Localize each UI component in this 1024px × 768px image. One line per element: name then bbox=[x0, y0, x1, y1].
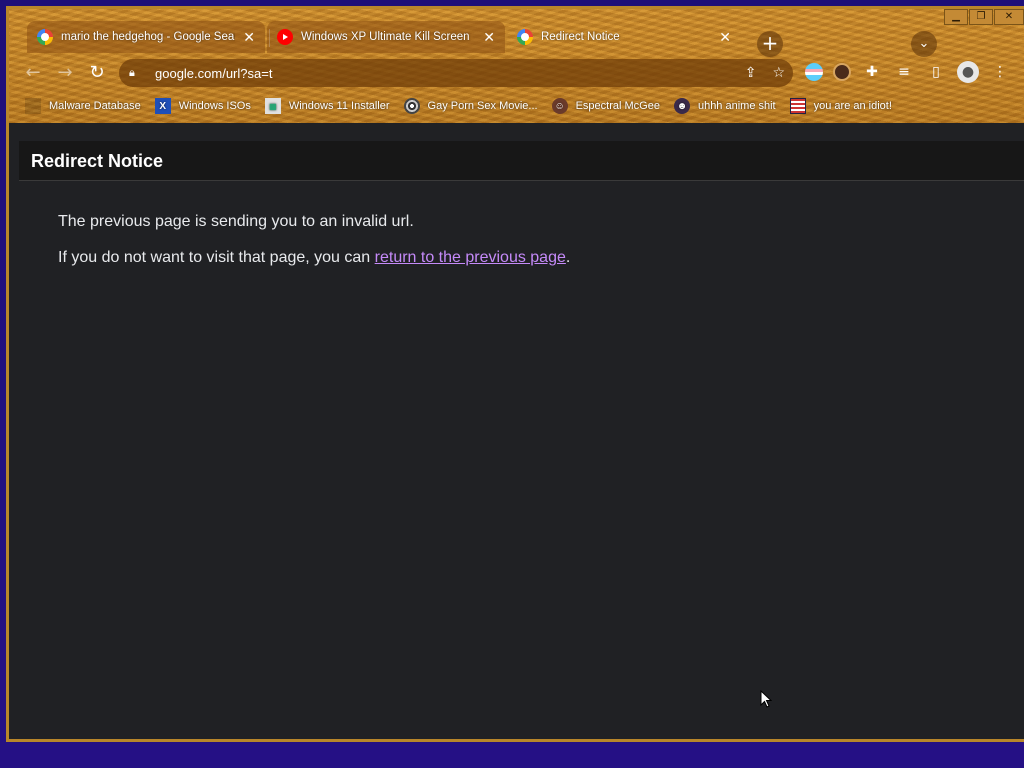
extensions-area: ✚ ≡ ▯ ● ⋮ bbox=[805, 61, 1011, 83]
bookmark-label: Gay Porn Sex Movie... bbox=[427, 100, 538, 112]
tab-close-icon[interactable]: ✕ bbox=[243, 29, 255, 46]
forward-button[interactable]: → bbox=[53, 61, 77, 85]
return-message: If you do not want to visit that page, y… bbox=[58, 249, 570, 267]
browser-chrome: ▁ ❐ ✕ mario the hedgehog - Google Search… bbox=[9, 9, 1024, 123]
profile-extension-icon[interactable] bbox=[833, 63, 851, 81]
tab-close-icon[interactable]: ✕ bbox=[483, 29, 495, 46]
google-icon bbox=[37, 29, 53, 45]
bookmark-anime[interactable]: ☻ uhhh anime shit bbox=[673, 98, 776, 114]
puzzle-extensions-icon[interactable]: ✚ bbox=[861, 61, 883, 83]
bookmark-malware-database[interactable]: Malware Database bbox=[25, 98, 141, 114]
reload-button[interactable]: ↻ bbox=[85, 61, 109, 85]
tab-redirect-notice[interactable]: Redirect Notice ✕ bbox=[507, 21, 741, 53]
x-icon: X bbox=[154, 98, 171, 114]
bookmark-label: Windows 11 Installer bbox=[288, 100, 390, 112]
url-text[interactable]: google.com/url?sa=t bbox=[155, 66, 272, 81]
media-queue-icon[interactable]: ≡ bbox=[893, 61, 915, 83]
bookmark-label: Espectral McGee bbox=[575, 100, 660, 112]
bookmark-espectral-mcgee[interactable]: ☺ Espectral McGee bbox=[551, 98, 660, 114]
page-title: Redirect Notice bbox=[31, 151, 164, 171]
back-button[interactable]: ← bbox=[21, 61, 45, 85]
google-icon bbox=[517, 29, 533, 45]
tab-google-search[interactable]: mario the hedgehog - Google Search ✕ bbox=[27, 21, 265, 53]
toolbar: ← → ↻ 🔒︎ google.com/url?sa=t ⇪ ☆ ✚ ≡ ▯ ●… bbox=[9, 57, 1024, 89]
bookmark-star-icon[interactable]: ☆ bbox=[772, 65, 785, 81]
bookmark-windows-11-installer[interactable]: ▦ Windows 11 Installer bbox=[264, 98, 390, 114]
tab-title: Redirect Notice bbox=[541, 31, 620, 43]
tab-youtube[interactable]: Windows XP Ultimate Kill Screen ✕ bbox=[267, 21, 505, 53]
return-message-suffix: . bbox=[565, 249, 571, 266]
bookmarks-bar: Malware Database X Windows ISOs ▦ Window… bbox=[9, 93, 1024, 119]
character-icon: ☺ bbox=[551, 98, 568, 114]
bookmark-label: uhhh anime shit bbox=[697, 100, 776, 112]
bookmark-gay-porn-sex-movie[interactable]: Gay Porn Sex Movie... bbox=[403, 98, 538, 114]
return-message-prefix: If you do not want to visit that page, y… bbox=[58, 249, 375, 266]
account-avatar-icon[interactable]: ● bbox=[957, 61, 979, 83]
side-panel-icon[interactable]: ▯ bbox=[925, 61, 947, 83]
page-content: The previous page is sending you to an i… bbox=[58, 213, 570, 285]
bookmark-windows-isos[interactable]: X Windows ISOs bbox=[154, 98, 251, 114]
tab-search-button[interactable]: ⌄ bbox=[911, 31, 937, 57]
disc-icon bbox=[403, 98, 420, 114]
tab-title: mario the hedgehog - Google Search bbox=[61, 31, 236, 43]
address-bar[interactable]: 🔒︎ google.com/url?sa=t ⇪ ☆ bbox=[119, 59, 793, 87]
share-icon[interactable]: ⇪ bbox=[745, 65, 757, 81]
invalid-url-message: The previous page is sending you to an i… bbox=[58, 213, 414, 230]
bookmark-label: Windows ISOs bbox=[178, 100, 251, 112]
new-tab-button[interactable]: + bbox=[757, 31, 783, 57]
return-to-previous-page-link[interactable]: return to the previous page bbox=[375, 249, 566, 266]
bookmark-label: Malware Database bbox=[49, 100, 141, 112]
anime-icon: ☻ bbox=[673, 98, 690, 114]
page-header: Redirect Notice bbox=[19, 141, 1024, 181]
tab-close-icon[interactable]: ✕ bbox=[719, 29, 731, 46]
menu-kebab-icon[interactable]: ⋮ bbox=[989, 61, 1011, 83]
blank-icon bbox=[25, 98, 41, 114]
trans-flag-extension-icon[interactable] bbox=[805, 63, 823, 81]
lock-icon: 🔒︎ bbox=[129, 66, 135, 79]
tab-title: Windows XP Ultimate Kill Screen bbox=[301, 31, 470, 43]
bookmark-you-are-an-idiot[interactable]: you are an idiot! bbox=[789, 98, 892, 114]
browser-window: ▁ ❐ ✕ mario the hedgehog - Google Search… bbox=[6, 6, 1024, 742]
bookmark-label: you are an idiot! bbox=[813, 100, 892, 112]
tab-strip: mario the hedgehog - Google Search ✕ Win… bbox=[19, 19, 999, 57]
youtube-icon bbox=[277, 29, 293, 45]
page-viewport: Redirect Notice The previous page is sen… bbox=[9, 123, 1024, 739]
windows-icon: ▦ bbox=[264, 98, 281, 114]
flag-icon bbox=[789, 98, 806, 114]
desktop-background: ▁ ❐ ✕ mario the hedgehog - Google Search… bbox=[0, 0, 1024, 768]
